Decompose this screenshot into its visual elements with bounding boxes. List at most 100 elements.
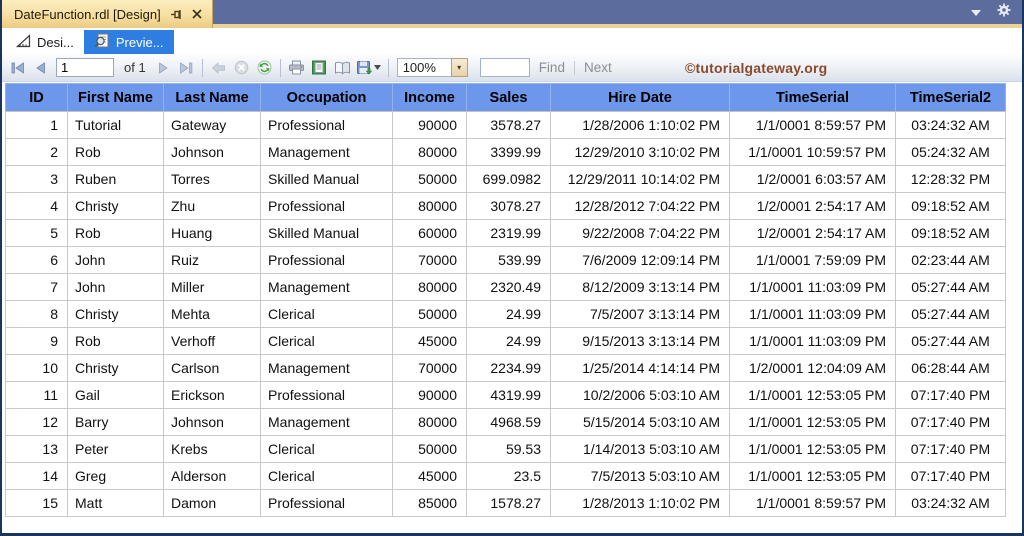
table-cell: 1/1/0001 10:59:57 PM [729, 138, 896, 166]
column-header-id: ID [5, 83, 68, 112]
table-cell: 1/1/0001 11:03:09 PM [729, 300, 896, 328]
table-cell: 10/2/2006 5:03:10 AM [550, 381, 730, 409]
table-cell: 03:24:32 AM [895, 111, 1006, 139]
table-row: 2 Rob Johnson Management 80000 3399.99 12/29/2… [5, 138, 1006, 166]
previous-page-button[interactable] [29, 57, 52, 79]
table-row: 12 Barry Johnson Management 80000 4968.59 5/15… [5, 408, 1006, 436]
report-designer-window: DateFunction.rdl [Design] Desi... Previe… [0, 0, 1024, 536]
table-row: 5 Rob Huang Skilled Manual 60000 2319.99 9/22/… [5, 219, 1006, 247]
table-cell: 23.5 [466, 462, 551, 490]
table-cell: 12/28/2012 7:04:22 PM [550, 192, 730, 220]
table-row: 14 Greg Alderson Clerical 45000 23.5 7/5/2013 … [5, 462, 1006, 490]
find-text-input[interactable] [479, 58, 530, 77]
table-cell: 5/15/2014 5:03:10 AM [550, 408, 730, 436]
table-cell: 9 [5, 327, 68, 355]
table-cell: 80000 [392, 408, 467, 436]
table-cell: Professional [260, 111, 393, 139]
table-row: 7 John Miller Management 80000 2320.49 8/12/20… [5, 273, 1006, 301]
table-cell: 1/1/0001 12:53:05 PM [729, 408, 896, 436]
table-cell: 2319.99 [466, 219, 551, 247]
find-button[interactable]: Find [539, 60, 565, 75]
table-cell: Damon [163, 489, 261, 517]
table-cell: 1/28/2006 1:10:02 PM [550, 111, 730, 139]
table-cell: 1 [5, 111, 68, 139]
tab-preview[interactable]: Previe... [83, 30, 174, 54]
column-header-hire-date: Hire Date [550, 83, 730, 112]
table-cell: 12 [5, 408, 68, 436]
table-cell: 50000 [392, 435, 467, 463]
table-cell: Verhoff [163, 327, 261, 355]
table-cell: 3578.27 [466, 111, 551, 139]
table-cell: Management [260, 138, 393, 166]
table-cell: 07:17:40 PM [895, 435, 1006, 463]
gear-icon[interactable] [997, 3, 1011, 22]
stop-button[interactable] [230, 57, 253, 79]
window-menu-chevron-icon[interactable] [971, 3, 981, 21]
table-cell: 70000 [392, 246, 467, 274]
table-cell: 7 [5, 273, 68, 301]
find-next-button[interactable]: Next [584, 60, 612, 75]
table-cell: Management [260, 273, 393, 301]
table-cell: 80000 [392, 273, 467, 301]
print-button[interactable] [285, 57, 308, 79]
table-cell: 50000 [392, 300, 467, 328]
table-cell: 2 [5, 138, 68, 166]
table-row: 10 Christy Carlson Management 70000 2234.99 1/… [5, 354, 1006, 382]
first-page-button[interactable] [6, 57, 29, 79]
column-header-timeserial: TimeSerial [729, 83, 896, 112]
table-cell: Huang [163, 219, 261, 247]
table-cell: 80000 [392, 192, 467, 220]
table-cell: Professional [260, 192, 393, 220]
table-cell: Rob [67, 138, 164, 166]
table-cell: Miller [163, 273, 261, 301]
table-cell: 59.53 [466, 435, 551, 463]
table-cell: 03:24:32 AM [895, 489, 1006, 517]
tab-design[interactable]: Desi... [6, 30, 84, 54]
page-setup-button[interactable] [331, 57, 354, 79]
table-cell: 07:17:40 PM [895, 381, 1006, 409]
header-row: ID First Name Last Name Occupation Income Sal… [5, 83, 1006, 112]
table-cell: 7/5/2007 3:13:14 PM [550, 300, 730, 328]
preview-magnifier-icon [94, 33, 110, 51]
table-cell: Christy [67, 354, 164, 382]
table-cell: 2320.49 [466, 273, 551, 301]
watermark-text: ©tutorialgateway.org [685, 59, 828, 76]
table-cell: Christy [67, 300, 164, 328]
table-cell: 60000 [392, 219, 467, 247]
page-number-input[interactable] [56, 58, 114, 77]
back-button[interactable] [207, 57, 230, 79]
export-button[interactable] [354, 57, 384, 79]
tab-preview-label: Previe... [115, 34, 164, 50]
table-cell: 1/25/2014 4:14:14 PM [550, 354, 730, 382]
table-cell: Skilled Manual [260, 165, 393, 193]
table-row: 9 Rob Verhoff Clerical 45000 24.99 9/15/2013 3… [5, 327, 1006, 355]
table-row: 1 Tutorial Gateway Professional 90000 3578.27… [5, 111, 1006, 139]
zoom-combobox[interactable]: 100% ▾ [396, 58, 468, 77]
zoom-dropdown-arrow-icon[interactable]: ▾ [450, 58, 468, 77]
next-page-button[interactable] [152, 57, 175, 79]
table-cell: Gail [67, 381, 164, 409]
table-cell: 05:27:44 AM [895, 300, 1006, 328]
table-cell: 1/1/0001 8:59:57 PM [729, 489, 896, 517]
table-cell: 24.99 [466, 300, 551, 328]
table-cell: 45000 [392, 462, 467, 490]
table-cell: 14 [5, 462, 68, 490]
report-preview-area: ID First Name Last Name Occupation Income Sal… [5, 83, 1006, 517]
table-cell: Krebs [163, 435, 261, 463]
table-cell: 3078.27 [466, 192, 551, 220]
table-cell: 1/1/0001 12:53:05 PM [729, 435, 896, 463]
table-cell: 1/2/0001 12:04:09 AM [729, 354, 896, 382]
table-cell: Erickson [163, 381, 261, 409]
table-cell: Johnson [163, 138, 261, 166]
last-page-button[interactable] [175, 57, 198, 79]
document-tab[interactable]: DateFunction.rdl [Design] [2, 0, 213, 28]
print-layout-button[interactable] [308, 57, 331, 79]
refresh-button[interactable] [253, 57, 276, 79]
table-cell: 85000 [392, 489, 467, 517]
close-icon[interactable] [192, 9, 202, 19]
table-cell: 8/12/2009 3:13:14 PM [550, 273, 730, 301]
column-header-timeserial2: TimeSerial2 [895, 83, 1006, 112]
preview-toolbar: of 1 [2, 54, 1022, 82]
pin-icon[interactable] [170, 8, 183, 21]
table-cell: Professional [260, 246, 393, 274]
